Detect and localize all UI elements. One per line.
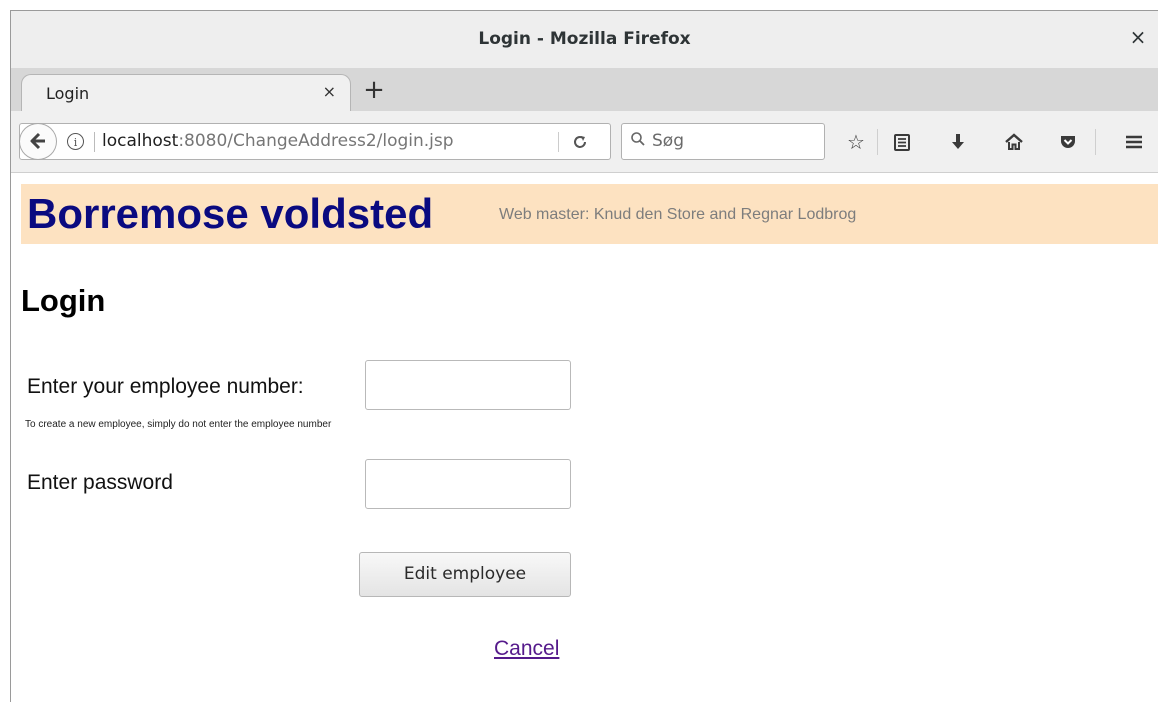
employee-number-input[interactable] bbox=[365, 360, 571, 410]
search-input[interactable]: Søg bbox=[621, 123, 825, 160]
downloads-glyph bbox=[952, 134, 964, 149]
search-glyph bbox=[631, 132, 645, 146]
new-tab-icon[interactable]: + bbox=[361, 77, 387, 103]
site-banner: Borremose voldsted Web master: Knud den … bbox=[21, 184, 1158, 244]
reading-list-icon[interactable] bbox=[889, 129, 915, 155]
reload-glyph bbox=[574, 136, 586, 148]
edit-employee-button[interactable]: Edit employee bbox=[359, 552, 571, 597]
pocket-icon[interactable] bbox=[1055, 129, 1081, 155]
home-icon[interactable] bbox=[1001, 129, 1027, 155]
tab-login[interactable]: Login × bbox=[21, 74, 351, 111]
toolbar-separator bbox=[877, 129, 878, 155]
password-label: Enter password bbox=[27, 471, 173, 494]
url-separator bbox=[94, 132, 95, 152]
employee-number-hint: To create a new employee, simply do not … bbox=[25, 419, 332, 430]
navigation-toolbar: i localhost:8080/ChangeAddress2/login.js… bbox=[11, 111, 1158, 173]
back-arrow-icon[interactable] bbox=[19, 123, 57, 160]
page-heading: Login bbox=[21, 283, 106, 318]
webmaster-text: Web master: Knud den Store and Regnar Lo… bbox=[499, 206, 857, 223]
password-input[interactable] bbox=[365, 459, 571, 509]
home-glyph bbox=[1005, 133, 1023, 150]
menu-hamburger-icon[interactable] bbox=[1121, 129, 1147, 155]
search-placeholder: Søg bbox=[652, 131, 684, 151]
tab-label: Login bbox=[46, 84, 90, 103]
pocket-glyph bbox=[1061, 136, 1075, 148]
reload-icon[interactable] bbox=[572, 131, 588, 155]
tab-strip: Login × + bbox=[11, 68, 1158, 111]
url-text[interactable]: localhost:8080/ChangeAddress2/login.jsp bbox=[102, 131, 454, 151]
reload-separator bbox=[558, 132, 559, 152]
title-bar: Login - Mozilla Firefox × bbox=[11, 11, 1158, 69]
menu-glyph bbox=[1126, 135, 1142, 149]
back-arrow-glyph bbox=[30, 132, 45, 150]
page-content: Borremose voldsted Web master: Knud den … bbox=[11, 173, 1158, 703]
url-bar[interactable]: i localhost:8080/ChangeAddress2/login.js… bbox=[19, 123, 611, 160]
window-title: Login - Mozilla Firefox bbox=[478, 29, 691, 49]
site-info-icon[interactable]: i bbox=[67, 133, 84, 150]
url-path: :8080/ChangeAddress2/login.jsp bbox=[178, 131, 454, 151]
cancel-link[interactable]: Cancel bbox=[494, 637, 559, 661]
toolbar-separator-2 bbox=[1095, 129, 1096, 155]
downloads-icon[interactable] bbox=[945, 129, 971, 155]
browser-window: Login - Mozilla Firefox × Login × + i lo… bbox=[10, 10, 1158, 703]
site-title: Borremose voldsted bbox=[27, 190, 434, 237]
employee-number-label: Enter your employee number: bbox=[27, 375, 304, 398]
url-host: localhost bbox=[102, 131, 179, 151]
bookmark-star-icon[interactable]: ☆ bbox=[843, 129, 869, 155]
close-window-icon[interactable]: × bbox=[1126, 25, 1150, 49]
search-icon bbox=[630, 131, 646, 151]
reading-list-glyph bbox=[894, 134, 910, 151]
tab-close-icon[interactable]: × bbox=[323, 82, 336, 101]
